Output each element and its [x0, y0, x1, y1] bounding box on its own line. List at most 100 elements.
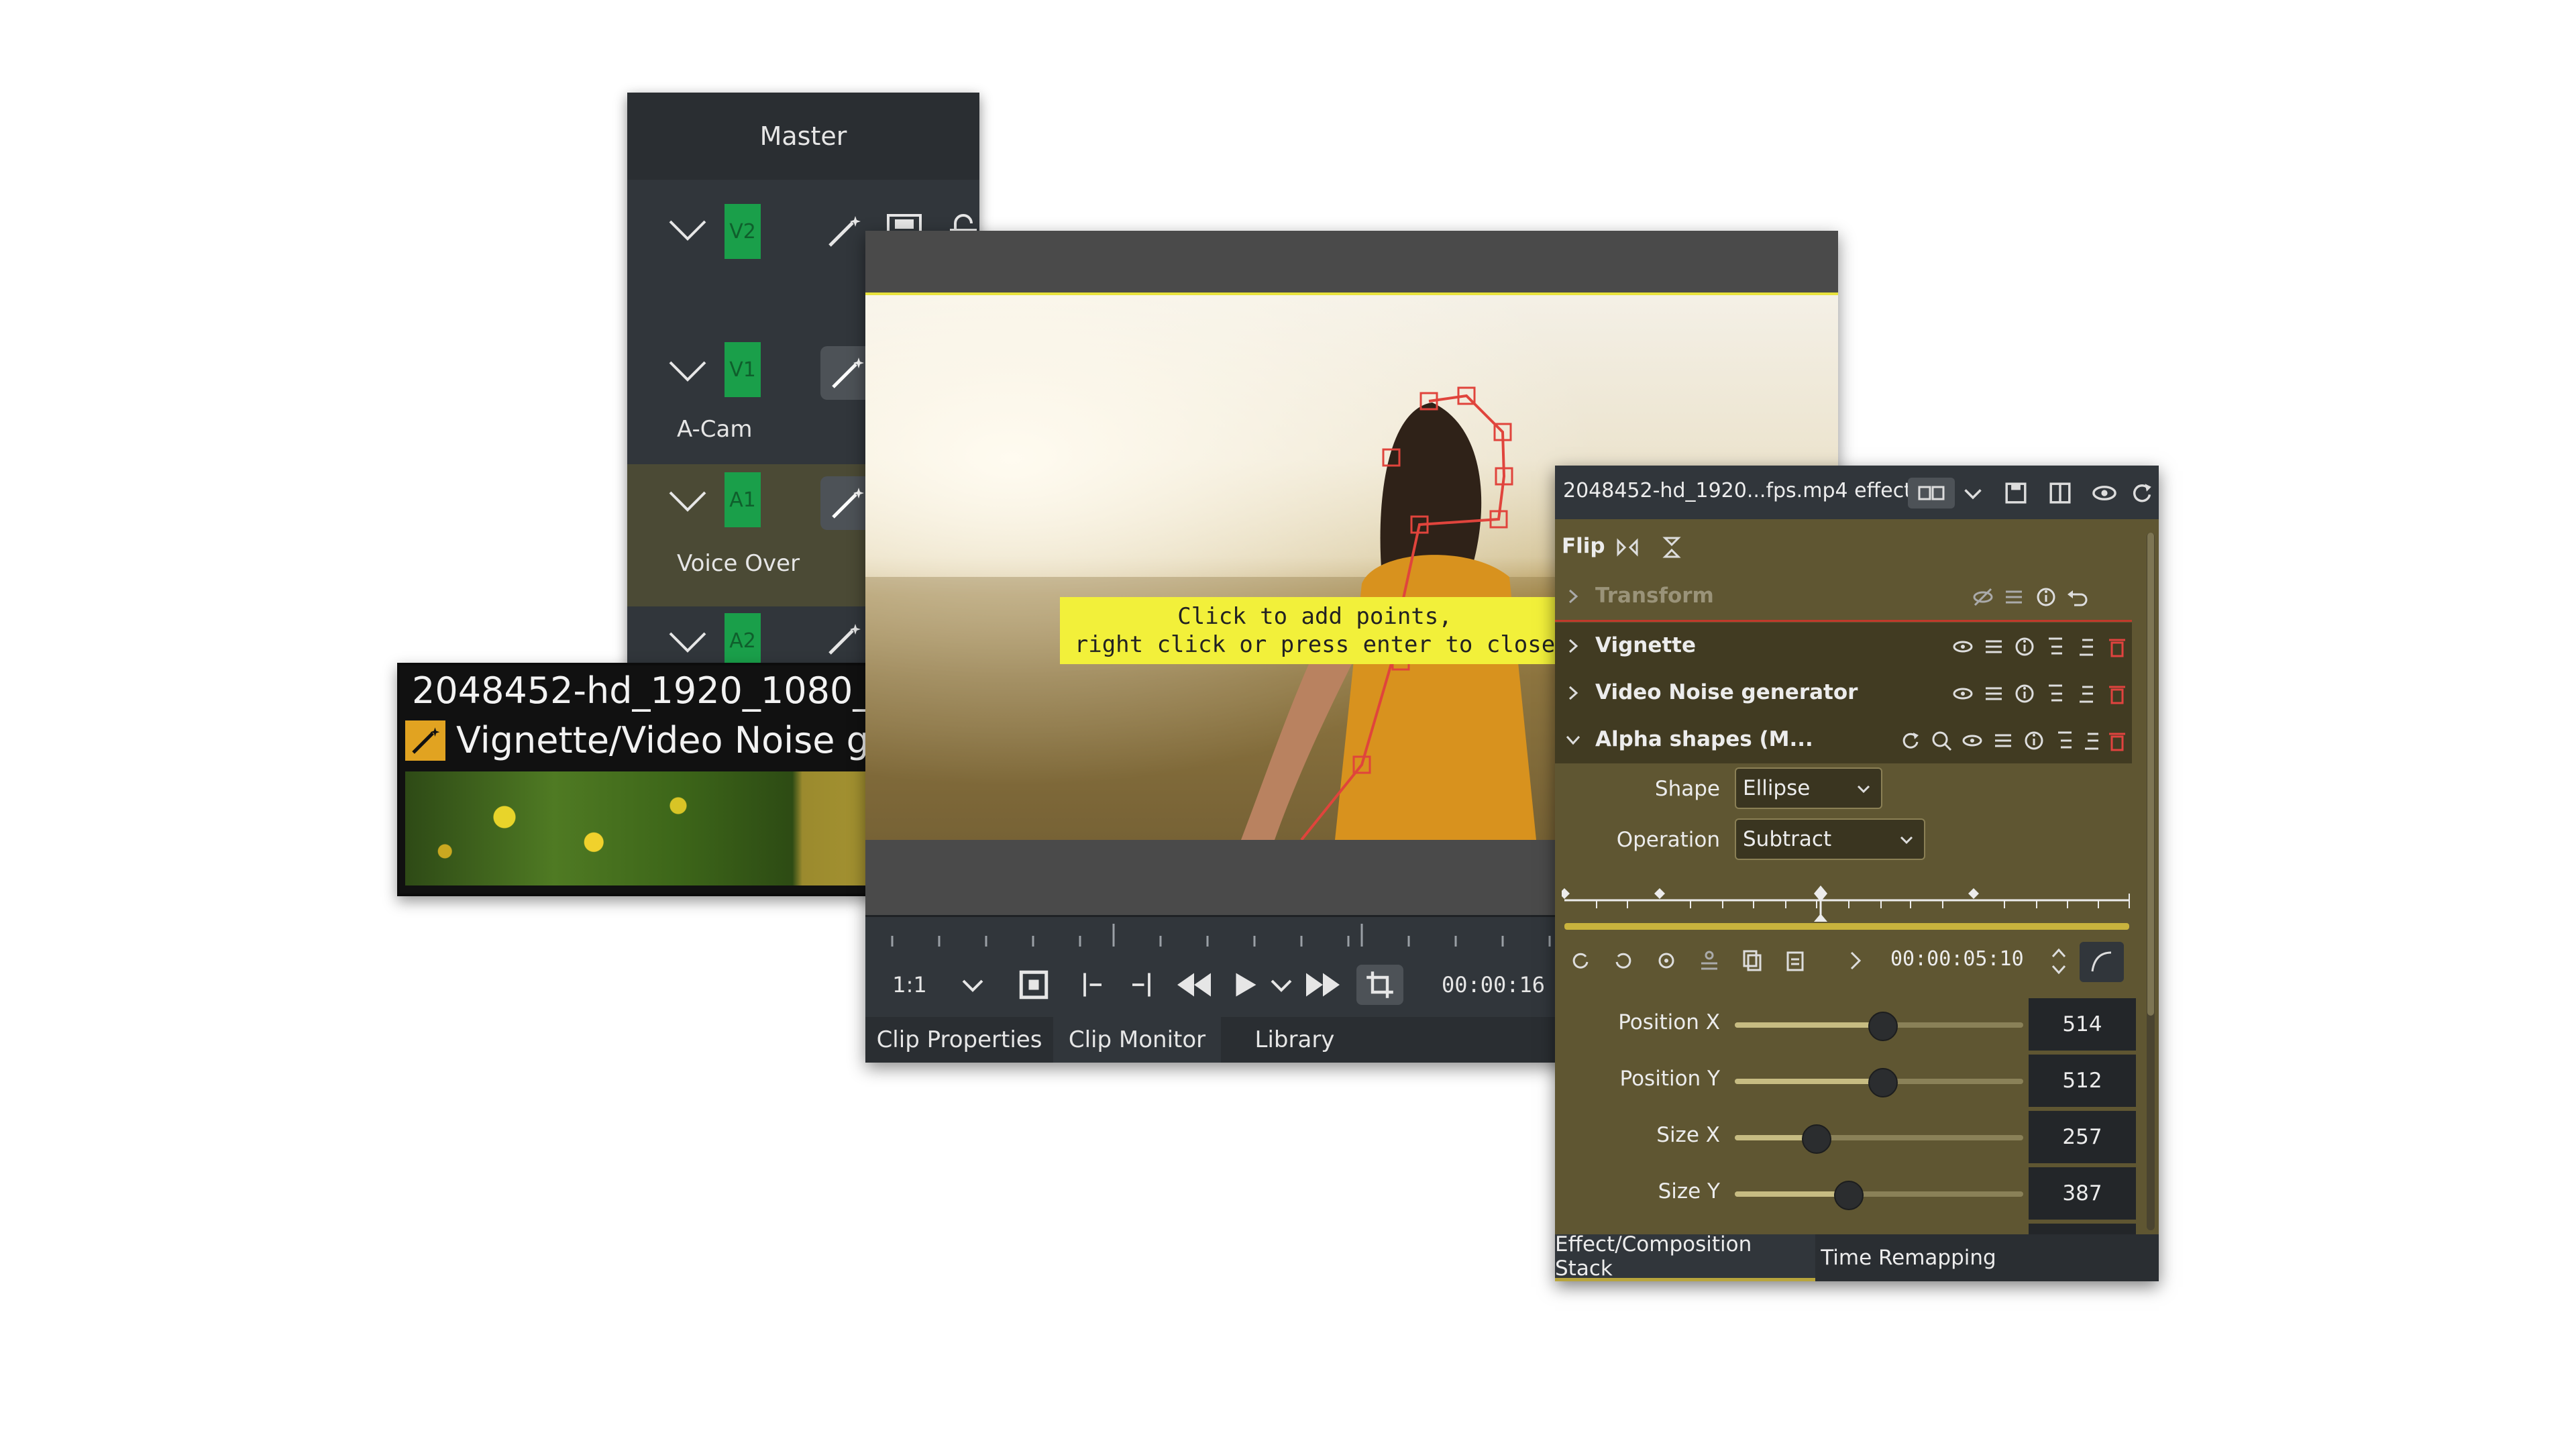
reset-icon[interactable] [1897, 727, 1924, 754]
copy-icon[interactable] [1739, 947, 1766, 974]
set-in-point-icon[interactable] [1075, 965, 1108, 1005]
settings-icon[interactable] [2000, 584, 2027, 610]
flip-horizontal-icon[interactable] [1614, 534, 1641, 561]
size-y-input[interactable]: 387 [2029, 1167, 2136, 1220]
move-up-icon[interactable] [2051, 727, 2078, 754]
chevron-down-icon[interactable] [667, 350, 708, 390]
undo-icon[interactable] [2063, 584, 2090, 610]
magic-wand-icon[interactable] [820, 208, 867, 255]
keyframe-ruler[interactable] [1562, 876, 2139, 930]
chevron-down-icon[interactable] [667, 480, 708, 521]
save-icon[interactable] [2000, 478, 2031, 508]
chevron-down-icon[interactable] [667, 209, 708, 250]
slider-handle[interactable] [1802, 1124, 1832, 1154]
position-x-slider[interactable] [1735, 1012, 2023, 1041]
eye-icon[interactable] [1949, 680, 1976, 707]
tab-time-remapping[interactable]: Time Remapping [1818, 1234, 1999, 1281]
trash-icon[interactable] [2104, 680, 2131, 707]
effect-row-vignette[interactable]: Vignette [1555, 623, 2132, 671]
compare-icon[interactable] [1908, 478, 1955, 508]
move-up-icon[interactable] [2042, 633, 2069, 660]
effect-row-video-noise[interactable]: Video Noise generator [1555, 669, 2132, 718]
tab-clip-monitor[interactable]: Clip Monitor [1053, 1017, 1221, 1063]
settings-icon[interactable] [1980, 633, 2007, 660]
slider-handle[interactable] [1833, 1181, 1864, 1210]
size-x-slider[interactable] [1735, 1124, 2023, 1154]
effects-scrollbar[interactable] [2147, 533, 2155, 1230]
size-x-input[interactable]: 257 [2029, 1111, 2136, 1163]
settings-icon[interactable] [1990, 727, 2017, 754]
rewind-icon[interactable] [1174, 965, 1214, 1005]
keyframe-timecode[interactable]: 00:00:05:10 [1890, 947, 2024, 971]
play-icon[interactable] [1228, 965, 1261, 1005]
move-down-icon[interactable] [2073, 680, 2100, 707]
align-keyframe-icon[interactable] [1696, 947, 1723, 974]
track-tag[interactable]: A1 [724, 472, 761, 527]
next-keyframe-icon[interactable] [1610, 947, 1637, 974]
move-up-icon[interactable] [2042, 680, 2069, 707]
shape-select[interactable]: Ellipse [1735, 767, 1882, 809]
fast-forward-icon[interactable] [1303, 965, 1343, 1005]
tab-library[interactable]: Library [1221, 1017, 1368, 1063]
tab-clip-properties[interactable]: Clip Properties [865, 1017, 1053, 1063]
zoom-select[interactable]: 1:1 [890, 965, 930, 1005]
eye-icon[interactable] [1949, 633, 1976, 660]
add-keyframe-icon[interactable] [1653, 947, 1680, 974]
position-y-slider[interactable] [1735, 1068, 2023, 1097]
reset-icon[interactable] [2127, 478, 2157, 508]
monitor-timecode[interactable]: 00:00:16 [1426, 965, 1560, 1005]
eye-icon[interactable] [2089, 478, 2120, 508]
magic-wand-icon[interactable] [820, 616, 867, 663]
move-down-icon[interactable] [2073, 633, 2100, 660]
previous-keyframe-icon[interactable] [1567, 947, 1594, 974]
trash-icon[interactable] [2104, 633, 2131, 660]
monitor-top-bar [865, 231, 1838, 292]
track-tag[interactable]: V2 [724, 204, 761, 259]
slider-fill [1735, 1191, 1847, 1197]
zoom-icon[interactable] [1928, 727, 1955, 754]
set-out-point-icon[interactable] [1126, 965, 1159, 1005]
chevron-down-icon[interactable] [1268, 965, 1295, 1005]
chevron-right-icon[interactable] [1564, 637, 1582, 655]
track-tag[interactable]: V1 [724, 342, 761, 397]
size-y-slider[interactable] [1735, 1181, 2023, 1210]
chevron-down-icon[interactable] [1564, 731, 1582, 749]
info-icon[interactable] [2011, 680, 2038, 707]
chevron-right-icon[interactable] [1842, 947, 1869, 974]
master-track-header[interactable]: Master [627, 93, 979, 180]
effect-row-transform[interactable]: Transform [1555, 573, 2132, 622]
clip-effects-label[interactable]: Vignette/Video Noise g [405, 719, 869, 761]
scrollbar-thumb[interactable] [2147, 533, 2154, 1016]
tooltip-line-1: Click to add points, [1177, 603, 1452, 630]
interpolation-button[interactable] [2080, 942, 2124, 982]
split-view-icon[interactable] [2045, 478, 2076, 508]
timecode-spinner-icon[interactable] [2049, 945, 2069, 978]
move-down-icon[interactable] [2078, 727, 2105, 754]
paste-icon[interactable] [1782, 947, 1809, 974]
position-y-input[interactable]: 512 [2029, 1055, 2136, 1107]
timeline-clip[interactable]: 2048452-hd_1920_1080_3 Vignette/Video No… [397, 663, 912, 896]
slider-handle[interactable] [1868, 1068, 1898, 1097]
chevron-right-icon[interactable] [1564, 588, 1582, 605]
eye-off-icon[interactable] [1970, 584, 1996, 610]
position-x-input[interactable]: 514 [2029, 998, 2136, 1051]
trash-icon[interactable] [2104, 727, 2131, 754]
effect-row-alpha-shapes[interactable]: Alpha shapes (M... [1555, 716, 2132, 763]
settings-icon[interactable] [1980, 680, 2007, 707]
eye-icon[interactable] [1959, 727, 1986, 754]
tab-effect-stack[interactable]: Effect/Composition Stack [1555, 1232, 1815, 1281]
operation-select[interactable]: Subtract [1735, 818, 1925, 860]
chevron-down-icon[interactable] [959, 965, 986, 1005]
magic-wand-icon [405, 720, 445, 761]
info-icon[interactable] [2011, 633, 2038, 660]
info-icon[interactable] [2033, 584, 2059, 610]
info-icon[interactable] [2021, 727, 2047, 754]
flip-vertical-icon[interactable] [1658, 534, 1685, 561]
slider-handle[interactable] [1868, 1012, 1898, 1041]
chevron-right-icon[interactable] [1564, 684, 1582, 702]
chevron-down-icon[interactable] [1957, 478, 1988, 508]
track-tag[interactable]: A2 [724, 613, 761, 668]
crop-button[interactable] [1356, 965, 1403, 1005]
chevron-down-icon[interactable] [667, 621, 708, 661]
fit-frame-icon[interactable] [1017, 965, 1051, 1005]
